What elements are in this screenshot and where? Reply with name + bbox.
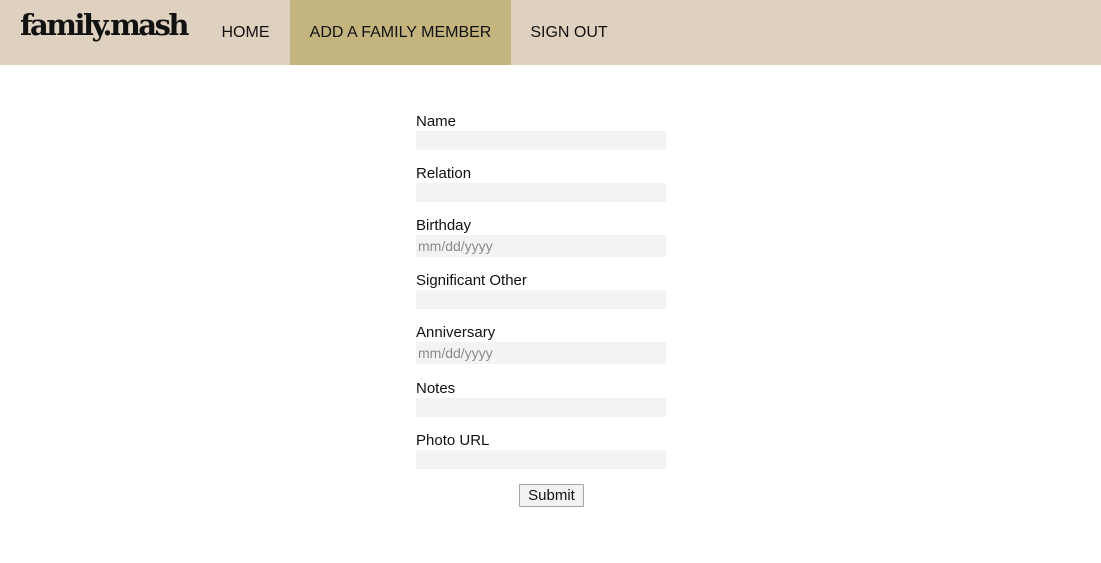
navbar: family.mash HOME ADD A FAMILY MEMBER SIG… [0,0,1101,65]
anniversary-label: Anniversary [416,324,496,341]
name-input[interactable] [416,131,666,150]
notes-input[interactable] [416,398,666,417]
anniversary-input[interactable] [416,342,666,364]
notes-label: Notes [416,380,456,397]
relation-input[interactable] [416,183,666,202]
significant-other-input[interactable] [416,290,666,309]
photo-url-label: Photo URL [416,432,490,449]
relation-label: Relation [416,165,472,182]
nav-home[interactable]: HOME [201,0,290,65]
nav-sign-out[interactable]: SIGN OUT [511,0,627,65]
birthday-label: Birthday [416,217,472,234]
site-logo[interactable]: family.mash [20,8,190,42]
birthday-input[interactable] [416,235,666,257]
nav-add-family-member[interactable]: ADD A FAMILY MEMBER [290,0,511,65]
name-label: Name [416,113,457,130]
photo-url-input[interactable] [416,450,666,469]
significant-other-label: Significant Other [416,272,527,289]
submit-button[interactable]: Submit [519,484,584,507]
